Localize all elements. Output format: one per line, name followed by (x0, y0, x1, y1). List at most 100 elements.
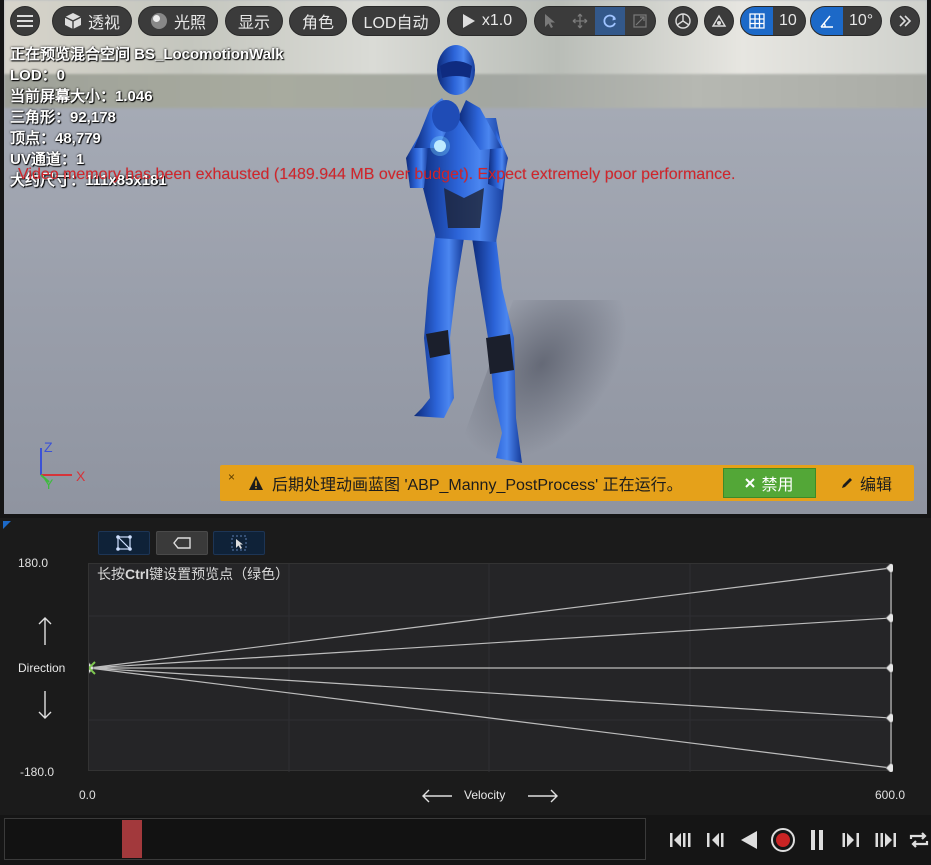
surface-snap-button[interactable] (704, 6, 734, 36)
lod-label: LOD自动 (363, 15, 429, 32)
sample-point[interactable] (885, 712, 893, 724)
grid-snap-control[interactable]: 10 (740, 6, 806, 36)
gizmo-z-label: Z (44, 439, 53, 455)
mannequin-character (406, 45, 522, 463)
lod-line: LOD：0 (10, 67, 66, 84)
y-axis-min-label: -180.0 (20, 765, 55, 779)
arrow-left-icon (422, 789, 452, 803)
cursor-icon (231, 535, 247, 551)
blend-space-grid[interactable] (88, 563, 893, 772)
play-reverse-button[interactable] (734, 823, 764, 857)
notice-close-button[interactable]: × (228, 470, 235, 484)
step-forward-button[interactable] (836, 823, 866, 857)
lighting-sphere-icon (150, 13, 167, 29)
notice-message: 后期处理动画蓝图 'ABP_Manny_PostProcess' 正在运行。 (272, 477, 683, 494)
skip-to-start-button[interactable] (666, 823, 696, 857)
perspective-button[interactable]: 透视 (52, 6, 132, 36)
transport-controls (666, 822, 931, 858)
scale-icon (633, 14, 647, 28)
vertices-line: 顶点：48,779 (10, 130, 101, 147)
triangulation-line (89, 617, 892, 669)
record-button[interactable] (768, 823, 798, 857)
disable-button[interactable]: 禁用 (723, 468, 816, 498)
rotate-tool[interactable] (595, 7, 625, 35)
pencil-icon (841, 478, 852, 488)
loop-icon (909, 832, 929, 848)
play-icon (462, 14, 475, 28)
surface-snap-icon (711, 14, 727, 27)
sample-point[interactable] (885, 564, 893, 574)
select-tool[interactable] (535, 7, 565, 35)
arrow-down-icon (38, 691, 52, 719)
drag-mode-button[interactable] (213, 531, 265, 555)
step-back-icon (707, 833, 724, 847)
x-axis-name: Velocity (464, 788, 506, 802)
character-button[interactable]: 角色 (289, 6, 347, 36)
loop-button[interactable] (904, 823, 931, 857)
blend-space-graph (89, 564, 893, 772)
video-memory-warning: Video memory has been exhausted (1489.94… (18, 166, 736, 183)
y-axis-name: Direction (18, 661, 66, 675)
play-speed-button[interactable]: x1.0 (447, 6, 527, 36)
skip-to-start-icon (670, 833, 691, 847)
preview-line: 正在预览混合空间 BS_LocomotionWalk (10, 46, 284, 63)
angle-snap-control[interactable]: 10° (810, 6, 883, 36)
double-chevron-right-icon (899, 15, 912, 27)
sample-point[interactable] (885, 762, 893, 772)
hint-suffix: 键设置预览点（绿色） (149, 566, 290, 582)
scale-tool[interactable] (625, 7, 655, 35)
coordinate-system-button[interactable] (668, 6, 698, 36)
gizmo-x-label: X (76, 468, 86, 484)
move-icon (572, 13, 588, 29)
preview-hint: 长按Ctrl键设置预览点（绿色） (97, 564, 289, 584)
grid-snap-toggle[interactable] (741, 7, 773, 35)
show-labels-button[interactable] (156, 531, 208, 555)
viewport-toolbar: 透视 光照 显示 角色 LOD自动 x1.0 10 10° (4, 6, 927, 38)
edit-button[interactable]: 编辑 (822, 468, 910, 498)
play-speed-label: x1.0 (481, 12, 513, 29)
sample-point[interactable] (885, 612, 893, 624)
move-tool[interactable] (565, 7, 595, 35)
edit-label: 编辑 (859, 477, 892, 494)
skip-to-end-button[interactable] (870, 823, 900, 857)
x-axis-min-label: 0.0 (79, 788, 96, 802)
close-x-icon (745, 478, 756, 488)
step-back-button[interactable] (700, 823, 730, 857)
x-axis-max-label: 600.0 (875, 788, 906, 802)
animation-viewport[interactable]: 透视 光照 显示 角色 LOD自动 x1.0 10 10° 正在预览混合空间 B… (4, 0, 927, 514)
sample-point[interactable] (885, 662, 893, 674)
show-button[interactable]: 显示 (225, 6, 283, 36)
angle-icon (820, 15, 833, 28)
lighting-label: 光照 (173, 15, 206, 32)
gizmo-y-label: Y (44, 476, 54, 492)
hint-prefix: 长按 (97, 566, 125, 582)
lighting-button[interactable]: 光照 (138, 6, 218, 36)
pause-icon (811, 830, 823, 850)
angle-snap-value: 10° (849, 12, 874, 29)
viewport-overflow-button[interactable] (890, 6, 920, 36)
triangulation-icon (116, 535, 132, 551)
pause-button[interactable] (802, 823, 832, 857)
character-label: 角色 (301, 15, 334, 32)
show-triangulation-button[interactable] (98, 531, 150, 555)
label-tag-icon (173, 537, 191, 549)
world-axis-icon (675, 13, 691, 29)
rotate-icon (603, 14, 616, 28)
transform-tools-group (534, 6, 656, 36)
lod-button[interactable]: LOD自动 (352, 6, 440, 36)
step-forward-icon (842, 833, 859, 847)
viewport-menu-button[interactable] (10, 6, 40, 36)
panel-corner-marker (3, 521, 11, 529)
timeline-scrubber[interactable] (4, 818, 646, 860)
warning-icon (249, 476, 263, 490)
record-icon (771, 828, 795, 852)
disable-label: 禁用 (761, 477, 794, 494)
grid-icon (749, 13, 765, 29)
grid-snap-value: 10 (779, 12, 797, 29)
arrow-right-icon (528, 789, 558, 803)
hamburger-icon (17, 15, 33, 27)
angle-snap-toggle[interactable] (811, 7, 843, 35)
arrow-up-icon (38, 617, 52, 645)
triangulation-line (89, 667, 892, 719)
scrub-handle[interactable] (122, 820, 142, 858)
